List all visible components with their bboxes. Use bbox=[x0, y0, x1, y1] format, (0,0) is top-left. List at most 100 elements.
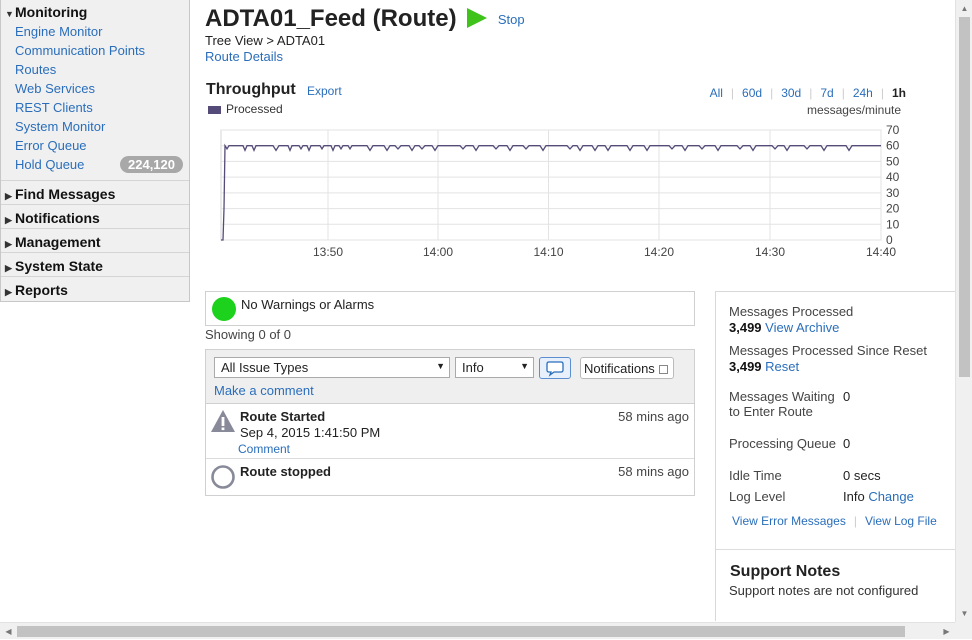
horizontal-scroll-thumb[interactable] bbox=[17, 626, 905, 637]
view-error-messages-link[interactable]: View Error Messages bbox=[732, 514, 846, 528]
since-reset-label: Messages Processed Since Reset bbox=[729, 343, 927, 358]
event-comment-link[interactable]: Comment bbox=[238, 442, 290, 456]
triangle-right-icon: ▶ bbox=[5, 239, 12, 249]
x-tick-label: 13:50 bbox=[313, 245, 343, 259]
page-title: ADTA01_Feed (Route) bbox=[205, 5, 457, 32]
route-stats-panel: Messages Processed 3,499 View Archive Me… bbox=[715, 291, 956, 621]
section-management[interactable]: ▶ Management bbox=[1, 229, 189, 253]
event-date: Sep 4, 2015 1:41:50 PM bbox=[240, 425, 381, 440]
processing-queue-label: Processing Queue bbox=[729, 436, 836, 451]
y-tick-label: 50 bbox=[886, 154, 900, 168]
section-label: Notifications bbox=[15, 210, 100, 226]
monitoring-header[interactable]: ▼Monitoring bbox=[1, 0, 189, 22]
vertical-scrollbar[interactable]: ▲ ▼ bbox=[955, 0, 972, 622]
issue-level-value: Info bbox=[462, 360, 484, 375]
scroll-left-arrow-icon[interactable]: ◀ bbox=[0, 623, 17, 640]
speech-bubble-icon bbox=[546, 361, 564, 377]
section-find-messages[interactable]: ▶ Find Messages bbox=[1, 181, 189, 205]
event-title: Route Started bbox=[240, 409, 326, 424]
y-tick-label: 60 bbox=[886, 139, 900, 153]
section-label: System State bbox=[15, 258, 103, 274]
section-reports[interactable]: ▶ Reports bbox=[1, 277, 189, 301]
range-1h[interactable]: 1h bbox=[892, 86, 906, 100]
support-notes-text: Support notes are not configured bbox=[729, 583, 919, 598]
y-tick-label: 70 bbox=[886, 123, 900, 137]
y-tick-label: 10 bbox=[886, 217, 900, 231]
play-icon[interactable] bbox=[466, 7, 488, 32]
monitoring-section: ▼Monitoring Engine Monitor Communication… bbox=[1, 0, 189, 181]
event-time: 58 mins ago bbox=[618, 464, 689, 479]
nav-communication-points[interactable]: Communication Points bbox=[1, 41, 189, 60]
nav-web-services[interactable]: Web Services bbox=[1, 79, 189, 98]
route-details-link[interactable]: Route Details bbox=[205, 49, 283, 64]
notifications-toggle[interactable]: Notifications bbox=[580, 357, 674, 379]
stop-link[interactable]: Stop bbox=[498, 12, 525, 27]
section-label: Find Messages bbox=[15, 186, 116, 202]
issue-level-select[interactable]: Info ▼ bbox=[455, 357, 534, 378]
idle-time-value: 0 secs bbox=[843, 468, 881, 483]
range-30d[interactable]: 30d bbox=[781, 86, 801, 100]
throughput-title: Throughput bbox=[206, 81, 296, 98]
range-24h[interactable]: 24h bbox=[853, 86, 873, 100]
notifications-checkbox[interactable] bbox=[659, 365, 668, 374]
x-tick-label: 14:40 bbox=[866, 245, 896, 259]
comment-toggle-button[interactable] bbox=[539, 357, 571, 379]
nav-hold-queue-label: Hold Queue bbox=[15, 157, 85, 172]
nav-system-monitor[interactable]: System Monitor bbox=[1, 117, 189, 136]
idle-time-label: Idle Time bbox=[729, 468, 782, 483]
section-label: Reports bbox=[15, 282, 68, 298]
alarm-status-box: No Warnings or Alarms bbox=[205, 291, 695, 326]
x-tick-label: 14:10 bbox=[533, 245, 563, 259]
scroll-down-arrow-icon[interactable]: ▼ bbox=[956, 605, 972, 622]
make-comment-link[interactable]: Make a comment bbox=[214, 383, 314, 398]
showing-count: Showing 0 of 0 bbox=[205, 327, 292, 342]
waiting-label: Messages Waiting to Enter Route bbox=[729, 389, 835, 419]
monitoring-label: Monitoring bbox=[15, 4, 88, 20]
event-row: Route stopped 58 mins ago bbox=[206, 459, 694, 496]
vertical-scroll-thumb[interactable] bbox=[959, 17, 970, 377]
section-system-state[interactable]: ▶ System State bbox=[1, 253, 189, 277]
messages-processed-label: Messages Processed bbox=[729, 304, 854, 319]
chart-units: messages/minute bbox=[806, 103, 901, 117]
range-separator: | bbox=[730, 86, 735, 100]
export-link[interactable]: Export bbox=[307, 84, 342, 98]
issue-type-select[interactable]: All Issue Types ▼ bbox=[214, 357, 450, 378]
range-all[interactable]: All bbox=[710, 86, 723, 100]
view-archive-link[interactable]: View Archive bbox=[765, 320, 839, 335]
range-separator: | bbox=[809, 86, 813, 100]
divider bbox=[716, 549, 955, 550]
scrollbar-corner bbox=[955, 622, 972, 639]
legend-label: Processed bbox=[226, 102, 283, 116]
nav-routes[interactable]: Routes bbox=[1, 60, 189, 79]
since-reset-value: 3,499 bbox=[729, 359, 762, 374]
range-60d[interactable]: 60d bbox=[742, 86, 762, 100]
range-separator: | bbox=[770, 86, 774, 100]
nav-rest-clients[interactable]: REST Clients bbox=[1, 98, 189, 117]
throughput-chart: 01020304050607013:50 14:00 14:10 14:20 14:30… bbox=[220, 123, 900, 259]
scroll-right-arrow-icon[interactable]: ▶ bbox=[938, 623, 955, 640]
event-title: Route stopped bbox=[240, 464, 331, 479]
dropdown-arrow-icon: ▼ bbox=[520, 361, 529, 371]
x-tick-label: 14:00 bbox=[423, 245, 453, 259]
y-tick-label: 30 bbox=[886, 186, 900, 200]
event-time: 58 mins ago bbox=[618, 409, 689, 424]
reset-link[interactable]: Reset bbox=[765, 359, 799, 374]
section-notifications[interactable]: ▶ Notifications bbox=[1, 205, 189, 229]
warning-icon bbox=[210, 408, 236, 437]
alarm-status-text: No Warnings or Alarms bbox=[241, 297, 375, 312]
nav-hold-queue[interactable]: Hold Queue 224,120 bbox=[1, 155, 189, 174]
issues-panel: All Issue Types ▼ Info ▼ Notifications M… bbox=[205, 349, 695, 496]
view-log-file-link[interactable]: View Log File bbox=[865, 514, 937, 528]
breadcrumb: Tree View > ADTA01 bbox=[205, 33, 326, 48]
nav-error-queue[interactable]: Error Queue bbox=[1, 136, 189, 155]
messages-processed-value: 3,499 bbox=[729, 320, 762, 335]
range-separator: | bbox=[880, 86, 884, 100]
nav-engine-monitor[interactable]: Engine Monitor bbox=[1, 22, 189, 41]
messages-processed-row: 3,499 View Archive bbox=[729, 320, 839, 335]
horizontal-scrollbar[interactable]: ◀ ▶ bbox=[0, 622, 972, 639]
range-7d[interactable]: 7d bbox=[820, 86, 833, 100]
scroll-up-arrow-icon[interactable]: ▲ bbox=[956, 0, 972, 17]
change-log-level-link[interactable]: Change bbox=[868, 489, 914, 504]
legend-swatch bbox=[208, 105, 221, 114]
y-tick-label: 20 bbox=[886, 202, 900, 216]
